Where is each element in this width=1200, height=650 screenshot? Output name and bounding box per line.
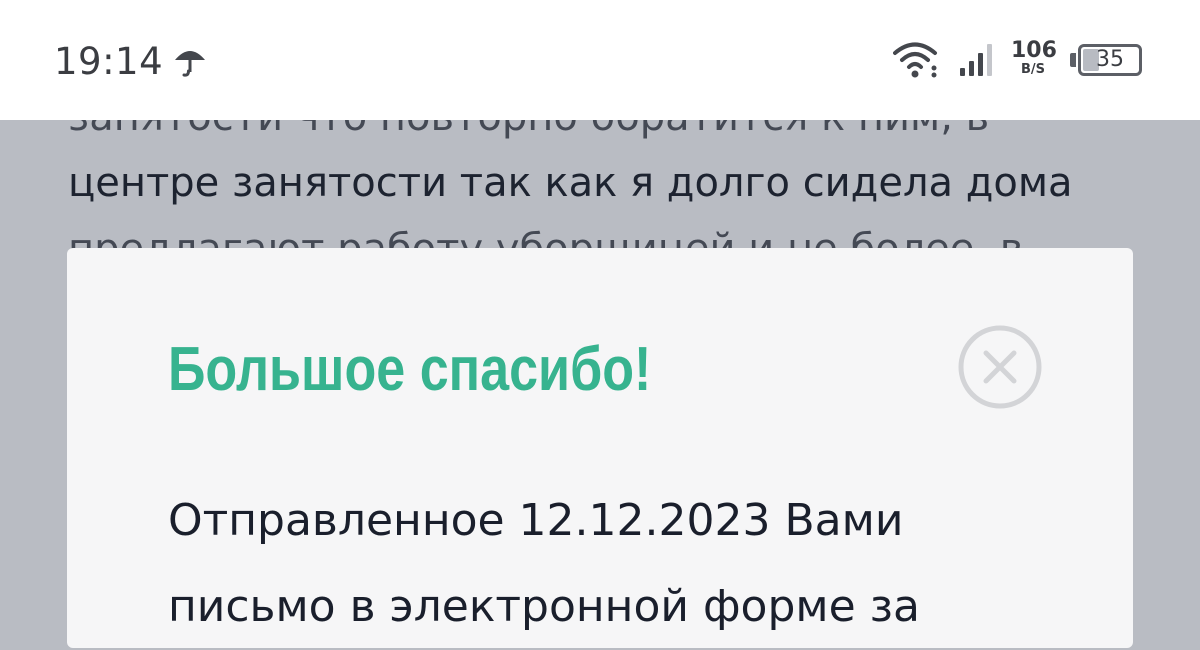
battery-level: 35	[1096, 47, 1124, 72]
dialog-title: Большое спасибо!	[168, 335, 652, 404]
thank-you-dialog: Большое спасибо! Отправленное 12.12.2023…	[67, 248, 1133, 648]
close-icon	[958, 325, 1042, 409]
article-text-line: центре занятости так как я долго сидела …	[68, 160, 1073, 206]
battery-cap	[1070, 53, 1076, 67]
network-speed-value: 106	[1011, 38, 1057, 63]
status-time: 19:14	[54, 40, 164, 83]
network-speed: 106 B/S	[1011, 38, 1057, 78]
status-bar: 19:14 106 B/S 35	[0, 0, 1200, 120]
umbrella-icon	[175, 51, 205, 77]
dialog-message-line: письмо в электронной форме за	[168, 581, 921, 632]
dialog-message: Отправленное 12.12.2023 Вами письмо в эл…	[168, 478, 1068, 650]
network-speed-unit: B/S	[1020, 62, 1046, 77]
close-button[interactable]	[957, 324, 1043, 410]
battery-icon: 35	[1070, 44, 1146, 80]
signal-strength-icon	[960, 44, 992, 76]
dialog-message-line: Отправленное 12.12.2023 Вами	[168, 495, 904, 546]
wifi-icon	[893, 42, 937, 78]
